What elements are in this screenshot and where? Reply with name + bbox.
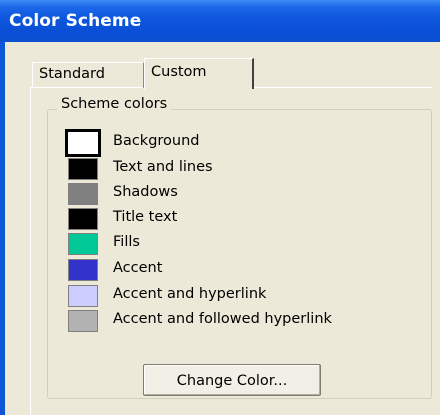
scheme-color-label: Shadows <box>113 184 178 200</box>
tab-standard[interactable]: Standard <box>32 62 144 88</box>
color-swatch[interactable] <box>68 158 98 180</box>
scheme-color-label: Accent and hyperlink <box>113 286 267 302</box>
scheme-color-item-title-text[interactable]: Title text <box>64 206 414 232</box>
window-frame-right <box>432 87 440 415</box>
tab-custom-label: Custom <box>151 64 207 80</box>
scheme-color-label: Fills <box>113 234 140 250</box>
change-color-button[interactable]: Change Color... <box>143 364 321 396</box>
color-swatch[interactable] <box>68 208 98 230</box>
scheme-color-item-shadows[interactable]: Shadows <box>64 181 414 207</box>
title-bar[interactable]: Color Scheme <box>0 0 440 42</box>
scheme-color-item-fills[interactable]: Fills <box>64 231 414 257</box>
tab-standard-label: Standard <box>39 66 105 82</box>
scheme-color-item-accent-and-hyperlink[interactable]: Accent and hyperlink <box>64 283 414 309</box>
scheme-color-label: Accent and followed hyperlink <box>113 311 332 327</box>
scheme-color-label: Title text <box>113 209 178 225</box>
color-swatch[interactable] <box>68 310 98 332</box>
color-swatch[interactable] <box>65 129 101 157</box>
dialog-title: Color Scheme <box>9 11 142 31</box>
scheme-color-item-accent-and-followed-hyperlink[interactable]: Accent and followed hyperlink <box>64 308 414 334</box>
scheme-color-item-text-and-lines[interactable]: Text and lines <box>64 156 414 182</box>
color-swatch[interactable] <box>68 259 98 281</box>
scheme-color-item-accent[interactable]: Accent <box>64 257 414 283</box>
window-frame-left <box>0 42 5 415</box>
scheme-color-label: Text and lines <box>113 159 213 175</box>
color-swatch[interactable] <box>68 285 98 307</box>
color-swatch[interactable] <box>68 183 98 205</box>
tab-custom[interactable]: Custom <box>144 58 254 89</box>
color-swatch[interactable] <box>68 233 98 255</box>
scheme-color-label: Accent <box>113 260 163 276</box>
scheme-color-label: Background <box>113 133 200 149</box>
scheme-color-item-background[interactable]: Background <box>64 129 414 157</box>
scheme-colors-group-label: Scheme colors <box>57 96 172 112</box>
color-scheme-dialog: Color Scheme Standard Custom Scheme colo… <box>0 0 440 415</box>
